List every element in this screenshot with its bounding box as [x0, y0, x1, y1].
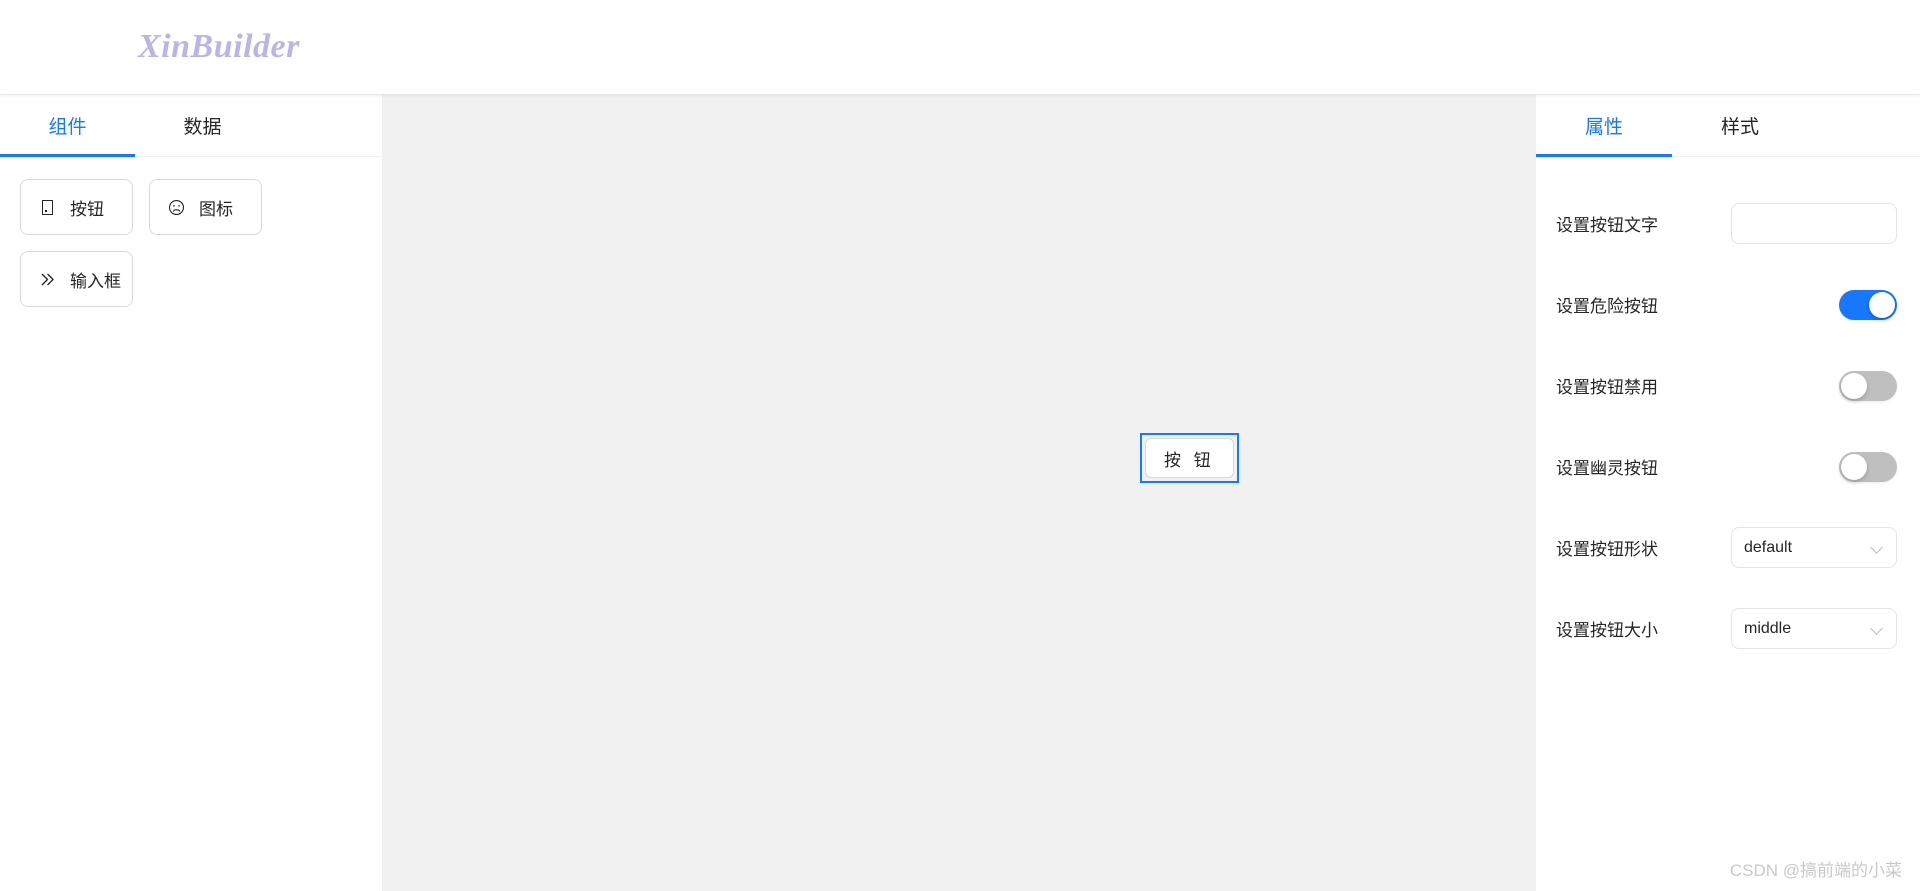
- prop-row-danger-button: 设置危险按钮: [1536, 264, 1920, 345]
- tab-data-label: 数据: [183, 117, 222, 138]
- right-panel-tabbar: 属性 样式: [1536, 95, 1920, 157]
- chevron-down-icon: [1872, 623, 1884, 635]
- palette-item-icon-label: 图标: [199, 199, 233, 219]
- button-text-input[interactable]: [1731, 203, 1897, 244]
- double-chevron-right-icon: [38, 270, 56, 288]
- prop-control-ghost-button: [1731, 451, 1900, 482]
- ghost-button-toggle[interactable]: [1839, 451, 1897, 482]
- prop-label-danger-button: 设置危险按钮: [1556, 297, 1658, 316]
- disabled-button-toggle[interactable]: [1839, 370, 1897, 401]
- tab-attributes-label: 属性: [1584, 117, 1623, 138]
- prop-control-button-shape: default: [1731, 527, 1900, 568]
- canvas-selected-wrapper[interactable]: 按 钮: [1140, 433, 1239, 483]
- tab-components-label: 组件: [48, 117, 87, 138]
- prop-label-ghost-button: 设置幽灵按钮: [1556, 459, 1658, 478]
- left-panel: 组件 数据 按钮 图标 输入框: [0, 95, 383, 891]
- tab-styles[interactable]: 样式: [1672, 95, 1808, 156]
- prop-control-disabled-button: [1731, 370, 1900, 401]
- button-shape-value: default: [1744, 538, 1793, 556]
- properties-list: 设置按钮文字 设置危险按钮 设置按钮禁用 设置幽灵按钮 设置按钮形状 defau…: [1536, 157, 1920, 669]
- frown-face-icon: [167, 198, 185, 216]
- canvas-button[interactable]: 按 钮: [1145, 438, 1234, 478]
- tab-data[interactable]: 数据: [135, 95, 270, 156]
- palette-item-button[interactable]: 按钮: [20, 179, 133, 235]
- palette-item-input[interactable]: 输入框: [20, 251, 133, 307]
- right-panel: 属性 样式 设置按钮文字 设置危险按钮 设置按钮禁用 设置幽灵按钮 设置按钮形状…: [1535, 95, 1920, 891]
- design-canvas[interactable]: 按 钮: [383, 95, 1535, 891]
- prop-row-ghost-button: 设置幽灵按钮: [1536, 426, 1920, 507]
- app-header: XinBuilder: [0, 0, 1920, 95]
- palette-item-icon[interactable]: 图标: [149, 179, 262, 235]
- prop-control-danger-button: [1731, 289, 1900, 320]
- prop-row-button-size: 设置按钮大小 middle: [1536, 588, 1920, 669]
- prop-label-button-size: 设置按钮大小: [1556, 621, 1658, 640]
- prop-row-button-text: 设置按钮文字: [1536, 183, 1920, 264]
- app-logo: XinBuilder: [138, 28, 300, 65]
- app-root: XinBuilder 组件 数据 按钮 图标 输入框 按 钮 属性 样式 设置按…: [0, 0, 1920, 891]
- prop-label-disabled-button: 设置按钮禁用: [1556, 378, 1658, 397]
- prop-label-button-text: 设置按钮文字: [1556, 216, 1658, 235]
- chevron-down-icon: [1872, 542, 1884, 554]
- prop-label-button-shape: 设置按钮形状: [1556, 540, 1658, 559]
- prop-row-disabled-button: 设置按钮禁用: [1536, 345, 1920, 426]
- danger-button-toggle[interactable]: [1839, 289, 1897, 320]
- left-panel-tabbar: 组件 数据: [0, 95, 382, 157]
- tab-attributes[interactable]: 属性: [1536, 95, 1672, 157]
- tab-styles-label: 样式: [1720, 117, 1759, 138]
- button-shape-select[interactable]: default: [1731, 527, 1897, 568]
- button-size-value: middle: [1744, 619, 1792, 637]
- palette-item-input-label: 输入框: [70, 271, 121, 291]
- prop-row-button-shape: 设置按钮形状 default: [1536, 507, 1920, 588]
- app-body: 组件 数据 按钮 图标 输入框 按 钮 属性 样式 设置按钮文字 设置危险按钮 …: [0, 95, 1920, 891]
- prop-control-button-text: [1731, 203, 1900, 244]
- tab-components[interactable]: 组件: [0, 95, 135, 157]
- palette-item-button-label: 按钮: [70, 199, 104, 219]
- square-outline-icon: [38, 198, 56, 216]
- watermark: CSDN @搞前端的小菜: [1729, 861, 1902, 880]
- button-size-select[interactable]: middle: [1731, 608, 1897, 649]
- component-palette: 按钮 图标 输入框: [0, 157, 382, 329]
- prop-control-button-size: middle: [1731, 608, 1900, 649]
